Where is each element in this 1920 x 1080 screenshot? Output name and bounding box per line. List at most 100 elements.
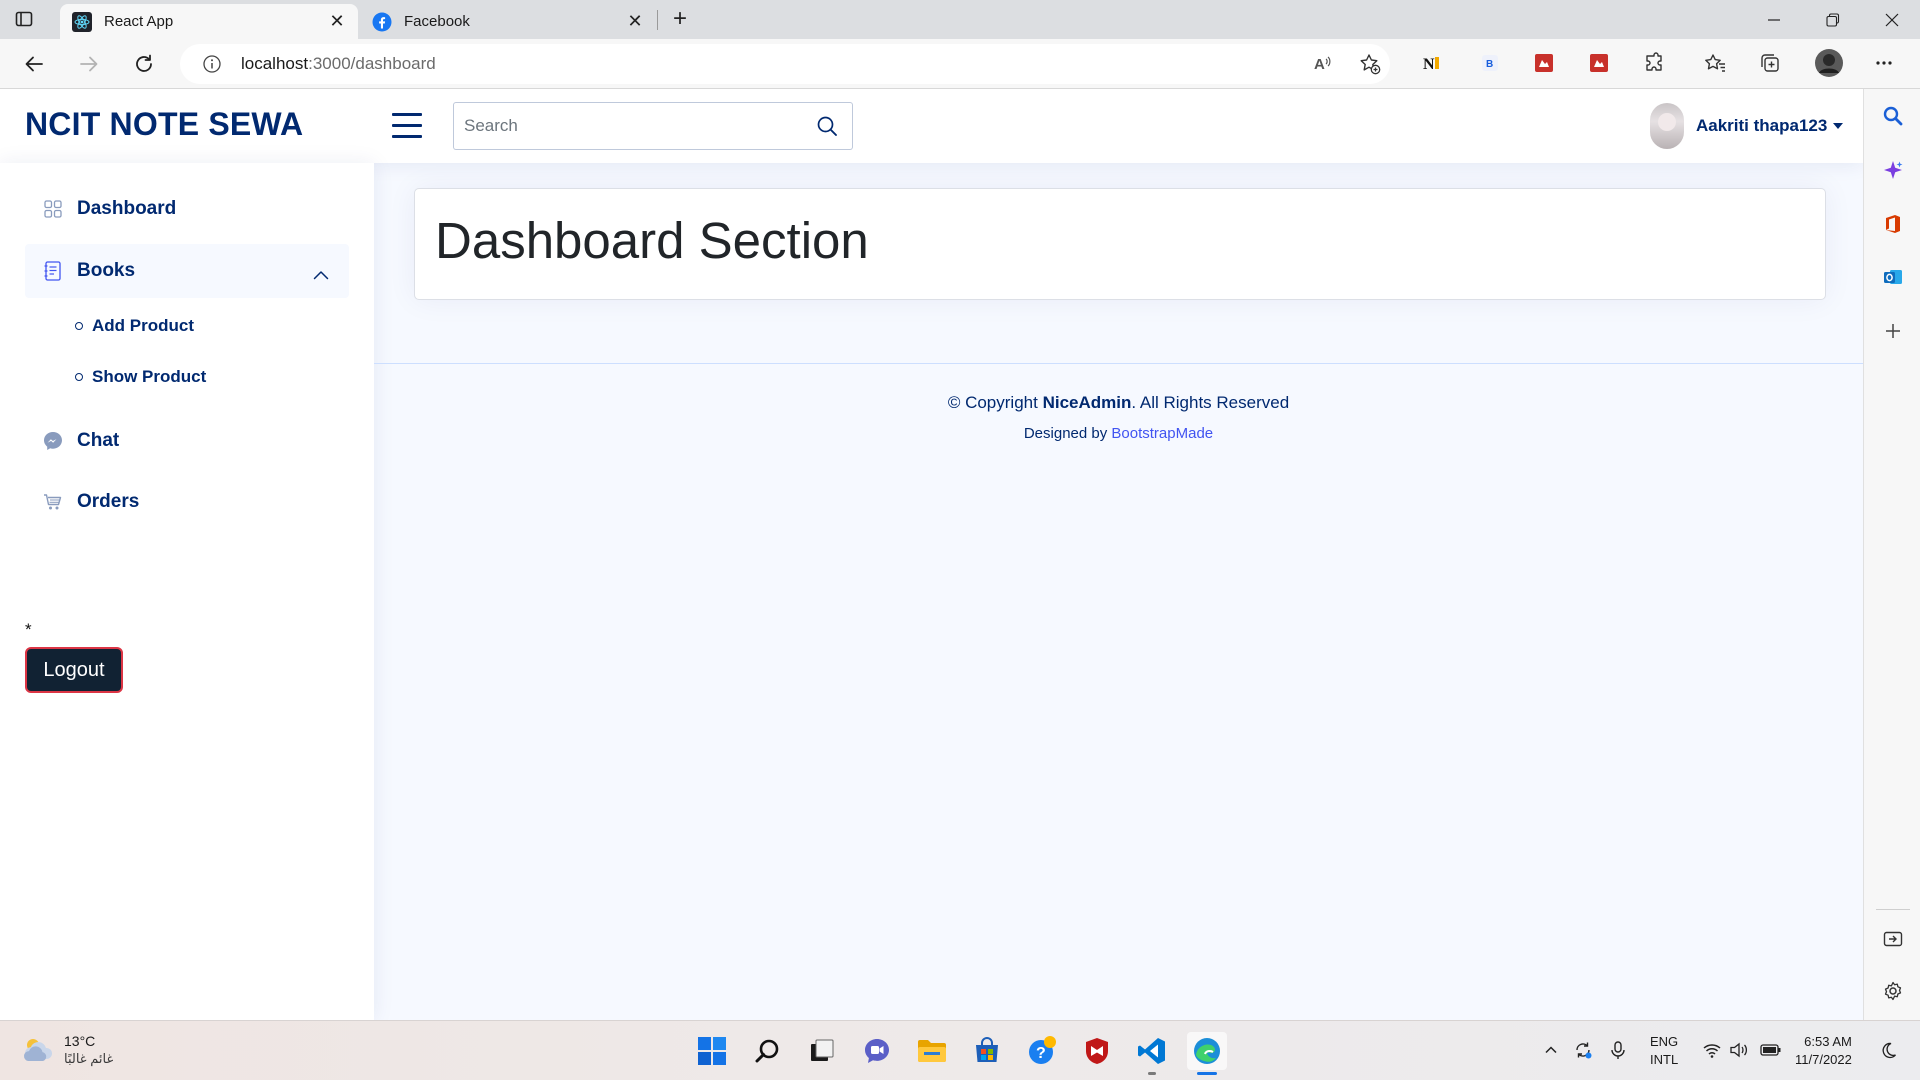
office-icon[interactable] bbox=[1880, 211, 1906, 237]
sidebar-divider bbox=[1876, 909, 1910, 910]
designer-link[interactable]: BootstrapMade bbox=[1111, 425, 1213, 442]
tab-actions-icon[interactable] bbox=[14, 9, 34, 29]
sidebar-item-books[interactable]: Books bbox=[25, 244, 349, 298]
cart-icon bbox=[43, 492, 63, 512]
extensions-puzzle-icon[interactable] bbox=[1642, 51, 1666, 75]
toggle-sidebar-icon[interactable] bbox=[392, 113, 422, 139]
refresh-button[interactable] bbox=[128, 48, 160, 80]
copilot-icon[interactable] bbox=[1880, 157, 1906, 183]
credits-prefix: Designed by bbox=[1023, 425, 1112, 442]
edge-sidebar bbox=[1863, 89, 1920, 1020]
read-aloud-icon[interactable]: A bbox=[1311, 52, 1335, 76]
task-view-icon[interactable] bbox=[802, 1032, 842, 1070]
site-info-icon[interactable] bbox=[202, 54, 222, 74]
close-tab-icon[interactable]: ✕ bbox=[328, 11, 346, 31]
svg-text:N: N bbox=[1423, 56, 1435, 73]
add-icon[interactable] bbox=[1880, 318, 1906, 344]
dashboard-card: Dashboard Section bbox=[414, 188, 1826, 300]
facebook-icon bbox=[372, 12, 392, 32]
edge-icon[interactable] bbox=[1187, 1032, 1227, 1070]
app-logo[interactable]: NCIT NOTE SEWA bbox=[25, 106, 303, 143]
notion-web-clipper-icon[interactable]: N bbox=[1420, 51, 1444, 75]
red-extension-icon-2[interactable] bbox=[1587, 51, 1611, 75]
focus-assist-icon[interactable] bbox=[1878, 1039, 1900, 1061]
clock-date: 11/7/2022 bbox=[1795, 1052, 1852, 1067]
collections-icon[interactable] bbox=[1758, 51, 1782, 75]
react-icon bbox=[72, 11, 92, 32]
red-extension-icon[interactable] bbox=[1532, 51, 1556, 75]
teams-chat-icon[interactable] bbox=[857, 1032, 897, 1070]
mcafee-icon[interactable] bbox=[1077, 1032, 1117, 1070]
sidebar: Dashboard Books Add Product Show Product… bbox=[0, 163, 374, 1020]
search-icon[interactable] bbox=[1880, 103, 1906, 129]
volume-icon[interactable] bbox=[1728, 1039, 1750, 1061]
weather-widget[interactable]: 13°C غائم غالبًا bbox=[22, 1033, 113, 1067]
weather-text: 13°C غائم غالبًا bbox=[64, 1033, 113, 1067]
address-bar[interactable]: localhost:3000/dashboard A bbox=[180, 44, 1390, 84]
sidebar-subitem-show-product[interactable]: Show Product bbox=[75, 362, 206, 392]
outlook-icon[interactable] bbox=[1880, 264, 1906, 290]
close-window-button[interactable] bbox=[1864, 0, 1920, 39]
favorites-icon[interactable] bbox=[1703, 51, 1727, 75]
sidebar-item-label: Books bbox=[77, 260, 136, 281]
tab-divider bbox=[657, 10, 658, 30]
weather-temp: 13°C bbox=[64, 1033, 96, 1049]
minimize-button[interactable] bbox=[1746, 0, 1802, 39]
copyright-suffix: . All Rights Reserved bbox=[1131, 393, 1290, 412]
app-viewport: NCIT NOTE SEWA Aakriti thapa123 Dashboar… bbox=[0, 89, 1863, 1020]
system-clock[interactable]: 6:53 AM 11/7/2022 bbox=[1795, 1033, 1852, 1069]
sidebar-item-dashboard[interactable]: Dashboard bbox=[25, 182, 349, 236]
app-header: NCIT NOTE SEWA Aakriti thapa123 bbox=[0, 89, 1863, 163]
favorite-add-icon[interactable] bbox=[1358, 52, 1382, 76]
microsoft-store-icon[interactable] bbox=[967, 1032, 1007, 1070]
weather-desc: غائم غالبًا bbox=[64, 1051, 114, 1066]
sidebar-item-chat[interactable]: Chat bbox=[25, 414, 349, 468]
chevron-up-icon[interactable] bbox=[1540, 1039, 1562, 1061]
tab-react-app[interactable]: React App ✕ bbox=[60, 4, 358, 39]
battery-icon[interactable] bbox=[1760, 1039, 1782, 1061]
input-language[interactable]: ENG INTL bbox=[1650, 1033, 1678, 1069]
more-icon[interactable] bbox=[1872, 51, 1896, 75]
footer-copyright: © Copyright NiceAdmin. All Rights Reserv… bbox=[374, 393, 1863, 413]
search-input[interactable] bbox=[454, 103, 794, 149]
microphone-icon[interactable] bbox=[1607, 1039, 1629, 1061]
file-explorer-icon[interactable] bbox=[912, 1032, 952, 1070]
clock-time: 6:53 AM bbox=[1804, 1034, 1852, 1049]
svg-text:B: B bbox=[1486, 59, 1493, 70]
sidebar-item-orders[interactable]: Orders bbox=[25, 475, 349, 529]
search-icon[interactable] bbox=[748, 1032, 788, 1070]
journal-icon bbox=[43, 261, 63, 281]
grid-icon bbox=[43, 199, 63, 219]
sidebar-item-label: Dashboard bbox=[77, 198, 177, 219]
sidebar-subitem-label: Show Product bbox=[92, 367, 207, 386]
forward-button[interactable] bbox=[73, 48, 105, 80]
get-help-icon[interactable]: ? bbox=[1022, 1032, 1062, 1070]
tab-label: Facebook bbox=[404, 13, 470, 30]
wifi-icon[interactable] bbox=[1701, 1039, 1723, 1061]
restore-button[interactable] bbox=[1805, 0, 1861, 39]
footer-credits: Designed by BootstrapMade bbox=[374, 425, 1863, 442]
profile-avatar-icon[interactable] bbox=[1814, 48, 1844, 78]
sidebar-subitem-add-product[interactable]: Add Product bbox=[75, 311, 194, 341]
page-title: Dashboard Section bbox=[435, 212, 869, 269]
vscode-icon[interactable] bbox=[1132, 1032, 1172, 1070]
chevron-up-icon bbox=[313, 264, 329, 280]
hide-sidebar-icon[interactable] bbox=[1880, 926, 1906, 952]
windows-taskbar: 13°C غائم غالبًا ? ENG INTL 6:53 AM 11/7… bbox=[0, 1020, 1920, 1080]
new-tab-button[interactable]: + bbox=[668, 7, 692, 32]
close-tab-icon[interactable]: ✕ bbox=[626, 11, 644, 31]
browser-toolbar: localhost:3000/dashboard A N B bbox=[0, 39, 1920, 89]
tab-facebook[interactable]: Facebook ✕ bbox=[360, 4, 656, 39]
footer-brand: NiceAdmin bbox=[1042, 393, 1132, 412]
logout-button[interactable]: Logout bbox=[25, 647, 123, 693]
chevron-down-icon bbox=[1833, 123, 1844, 129]
windows-start-icon[interactable] bbox=[692, 1032, 732, 1070]
sync-icon[interactable] bbox=[1572, 1039, 1594, 1061]
back-button[interactable] bbox=[18, 48, 50, 80]
bitwarden-icon[interactable]: B bbox=[1478, 51, 1502, 75]
settings-icon[interactable] bbox=[1880, 978, 1906, 1004]
profile-dropdown[interactable]: Aakriti thapa123 bbox=[1650, 103, 1844, 149]
search-icon[interactable] bbox=[816, 115, 838, 137]
url-path: :3000/dashboard bbox=[308, 54, 436, 73]
url-host: localhost bbox=[241, 54, 309, 73]
